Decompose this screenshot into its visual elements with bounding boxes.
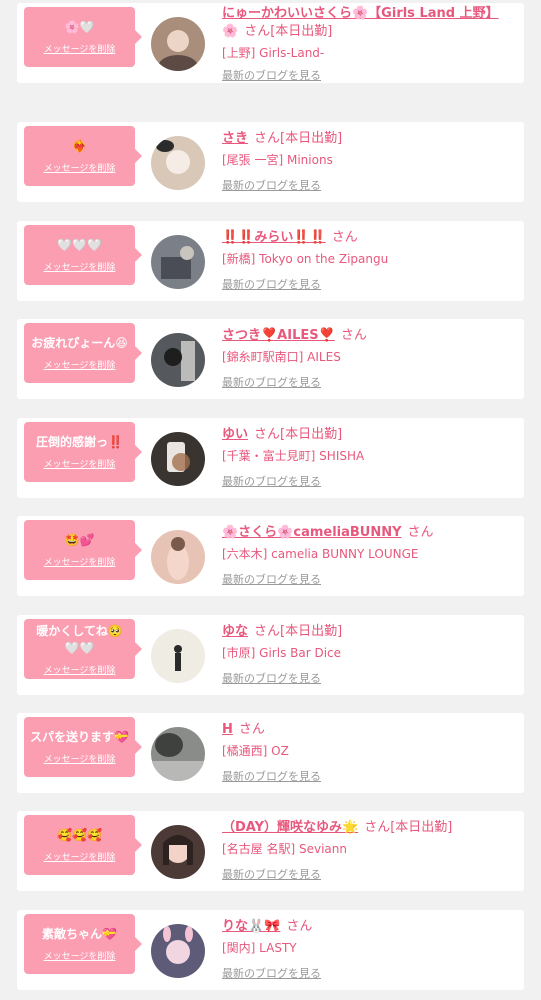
latest-blog-link[interactable]: 最新のブログを見る xyxy=(222,965,321,981)
shift-badge: [本日出勤] xyxy=(270,24,333,39)
message-text: お疲れぴょーん😆 xyxy=(31,336,128,350)
san-label: さん xyxy=(340,328,367,343)
san-label: さん xyxy=(244,24,271,39)
san-label: さん xyxy=(254,427,281,442)
message-text: ❤️‍🔥 xyxy=(72,139,87,153)
girl-name-link[interactable]: りな🐰🎀 xyxy=(222,919,280,934)
shop-label: [千葉・富士見町] SHISHA xyxy=(222,449,365,463)
shop-label: [六本木] camelia BUNNY LOUNGE xyxy=(222,547,419,561)
message-card: 暖かくしてね🥺 🤍🤍 メッセージを削除 ゆな さん[本日出勤] [市原] Girl… xyxy=(17,615,524,695)
message-bubble: 暖かくしてね🥺 🤍🤍 メッセージを削除 xyxy=(24,619,142,679)
message-bubble: 🥰🥰🥰 メッセージを削除 xyxy=(24,815,142,875)
message-bubble: 素敵ちゃん💝 メッセージを削除 xyxy=(24,914,142,974)
san-label: さん xyxy=(254,131,281,146)
delete-message-link[interactable]: メッセージを削除 xyxy=(44,850,116,863)
delete-message-link[interactable]: メッセージを削除 xyxy=(44,457,116,470)
avatar[interactable] xyxy=(151,924,205,978)
delete-message-link[interactable]: メッセージを削除 xyxy=(44,555,116,568)
shop-label: [関内] LASTY xyxy=(222,941,297,955)
message-card: お疲れぴょーん😆 メッセージを削除 さつき❣️AILES❣️ さん [錦糸町駅南口… xyxy=(17,319,524,399)
san-label: さん xyxy=(407,525,434,540)
latest-blog-link[interactable]: 最新のブログを見る xyxy=(222,473,321,489)
delete-message-link[interactable]: メッセージを削除 xyxy=(44,752,116,765)
shift-badge: [本日出勤] xyxy=(280,131,343,146)
girl-name-link[interactable]: さき xyxy=(222,131,248,146)
shop-label: [上野] Girls-Land- xyxy=(222,46,325,60)
message-card: ❤️‍🔥 メッセージを削除 さき さん[本日出勤] [尾張 一宮] Minions… xyxy=(17,122,524,202)
girl-name-link[interactable]: ゆな xyxy=(222,624,248,639)
delete-message-link[interactable]: メッセージを削除 xyxy=(44,161,116,174)
message-card: 🌸🤍 メッセージを削除 にゅーかわいいさくら🌸【Girls Land 上野】 🌸… xyxy=(17,3,524,83)
message-card: 🥰🥰🥰 メッセージを削除 （DAY）輝咲なゆみ🌟 さん[本日出勤] [名古屋 名駅… xyxy=(17,811,524,891)
delete-message-link[interactable]: メッセージを削除 xyxy=(44,949,116,962)
message-text: 🤍🤍🤍 xyxy=(57,238,102,252)
avatar[interactable] xyxy=(151,530,205,584)
message-text: スパを送ります💝 xyxy=(30,730,129,744)
message-card: 圧倒的感謝っ‼️ メッセージを削除 ゆい さん[本日出勤] [千葉・富士見町] S… xyxy=(17,418,524,498)
san-label: さん xyxy=(364,820,391,835)
message-bubble: スパを送ります💝 メッセージを削除 xyxy=(24,717,142,777)
avatar[interactable] xyxy=(151,727,205,781)
shift-badge: [本日出勤] xyxy=(280,427,343,442)
message-bubble: 圧倒的感謝っ‼️ メッセージを削除 xyxy=(24,422,142,482)
latest-blog-link[interactable]: 最新のブログを見る xyxy=(222,67,321,83)
avatar[interactable] xyxy=(151,825,205,879)
message-card: 素敵ちゃん💝 メッセージを削除 りな🐰🎀 さん [関内] LASTY 最新のブログ… xyxy=(17,910,524,990)
latest-blog-link[interactable]: 最新のブログを見る xyxy=(222,866,321,882)
message-bubble: 🤩💕 メッセージを削除 xyxy=(24,520,142,580)
message-text: 🤩💕 xyxy=(64,533,95,547)
latest-blog-link[interactable]: 最新のブログを見る xyxy=(222,571,321,587)
san-label: さん xyxy=(286,919,313,934)
avatar[interactable] xyxy=(151,235,205,289)
delete-message-link[interactable]: メッセージを削除 xyxy=(44,42,116,55)
message-text: 🌸🤍 xyxy=(64,20,95,34)
message-text: 🥰🥰🥰 xyxy=(57,828,102,842)
latest-blog-link[interactable]: 最新のブログを見る xyxy=(222,768,321,784)
latest-blog-link[interactable]: 最新のブログを見る xyxy=(222,177,321,193)
message-text: 素敵ちゃん💝 xyxy=(42,927,117,941)
shift-badge: [本日出勤] xyxy=(390,820,453,835)
girl-name-link[interactable]: さつき❣️AILES❣️ xyxy=(222,328,335,343)
san-label: さん xyxy=(238,722,265,737)
girl-name-link[interactable]: ゆい xyxy=(222,427,248,442)
delete-message-link[interactable]: メッセージを削除 xyxy=(44,358,116,371)
girl-name-link[interactable]: ‼️‼️みらい‼️‼️ xyxy=(222,230,326,245)
shift-badge: [本日出勤] xyxy=(280,624,343,639)
message-card: 🤍🤍🤍 メッセージを削除 ‼️‼️みらい‼️‼️ さん [新橋] Tokyo on… xyxy=(17,221,524,301)
latest-blog-link[interactable]: 最新のブログを見る xyxy=(222,276,321,292)
shop-label: [市原] Girls Bar Dice xyxy=(222,646,342,660)
latest-blog-link[interactable]: 最新のブログを見る xyxy=(222,374,321,390)
avatar[interactable] xyxy=(151,333,205,387)
girl-name-link[interactable]: 🌸さくら🌸cameliaBUNNY xyxy=(222,525,402,540)
latest-blog-link[interactable]: 最新のブログを見る xyxy=(222,670,321,686)
san-label: さん xyxy=(331,230,358,245)
san-label: さん xyxy=(254,624,281,639)
girl-name-link[interactable]: にゅーかわいいさくら🌸【Girls Land 上野】 xyxy=(222,6,499,21)
avatar[interactable] xyxy=(151,432,205,486)
delete-message-link[interactable]: メッセージを削除 xyxy=(44,663,116,676)
shop-label: [橘通西] OZ xyxy=(222,744,289,758)
girl-name-suffix: 🌸 xyxy=(222,24,239,39)
avatar[interactable] xyxy=(151,136,205,190)
message-bubble: ❤️‍🔥 メッセージを削除 xyxy=(24,126,142,186)
shop-label: [錦糸町駅南口] AILES xyxy=(222,350,341,364)
message-text: 圧倒的感謝っ‼️ xyxy=(36,435,123,449)
avatar[interactable] xyxy=(151,17,205,71)
delete-message-link[interactable]: メッセージを削除 xyxy=(44,260,116,273)
girl-name-link[interactable]: （DAY）輝咲なゆみ🌟 xyxy=(222,820,358,835)
shop-label: [尾張 一宮] Minions xyxy=(222,153,333,167)
shop-label: [新橋] Tokyo on the Zipangu xyxy=(222,252,389,266)
shop-label: [名古屋 名駅] Seviann xyxy=(222,842,347,856)
message-card: 🤩💕 メッセージを削除 🌸さくら🌸cameliaBUNNY さん [六本木] ca… xyxy=(17,516,524,596)
avatar[interactable] xyxy=(151,629,205,683)
message-bubble: お疲れぴょーん😆 メッセージを削除 xyxy=(24,323,142,383)
message-bubble: 🌸🤍 メッセージを削除 xyxy=(24,7,142,67)
girl-name-link[interactable]: H xyxy=(222,722,233,737)
message-text: 暖かくしてね🥺 🤍🤍 xyxy=(36,623,123,655)
message-card: スパを送ります💝 メッセージを削除 H さん [橘通西] OZ 最新のブログを見る xyxy=(17,713,524,793)
message-bubble: 🤍🤍🤍 メッセージを削除 xyxy=(24,225,142,285)
